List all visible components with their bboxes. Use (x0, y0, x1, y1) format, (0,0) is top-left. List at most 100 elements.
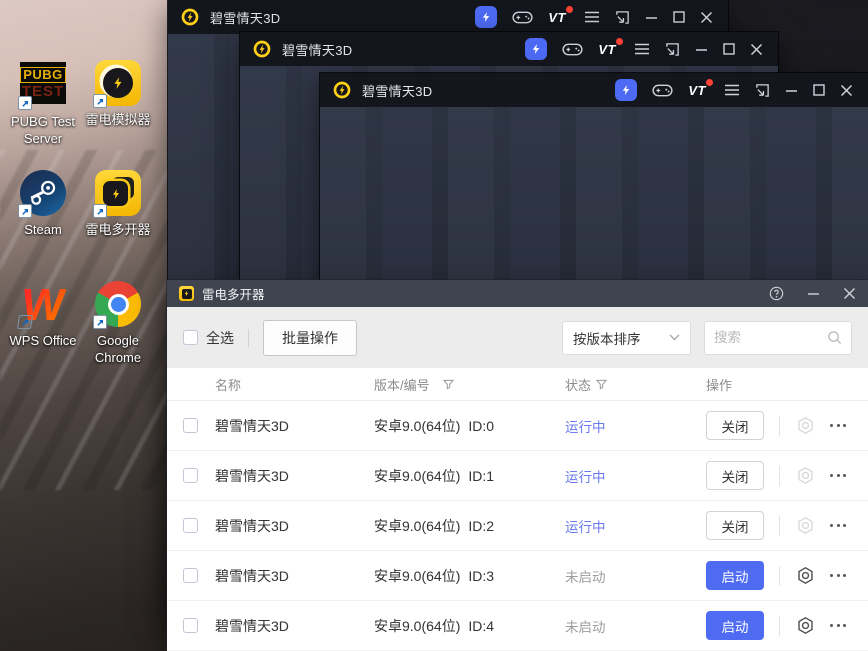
desktop-icon-google-chrome[interactable]: Google Chrome (79, 281, 157, 367)
table-row: 碧雪情天3D 安卓9.0(64位) ID:2 运行中 关闭 (167, 501, 868, 551)
vt-badge[interactable]: VT (548, 5, 573, 25)
filter-icon[interactable] (596, 379, 608, 390)
vt-badge[interactable]: VT (598, 37, 623, 57)
settings-gear-icon[interactable] (795, 415, 816, 436)
minimize-icon[interactable] (785, 84, 798, 97)
desktop-icon-label: Google Chrome (94, 333, 142, 365)
more-options-icon[interactable] (830, 524, 846, 527)
shortcut-arrow-icon (17, 315, 33, 329)
maximize-icon[interactable] (813, 84, 825, 96)
more-options-icon[interactable] (830, 474, 846, 477)
desktop-icon-ld-multiplayer[interactable]: 雷电多开器 (79, 170, 157, 239)
shortcut-arrow-icon (18, 96, 32, 110)
more-options-icon[interactable] (830, 424, 846, 427)
settings-gear-icon[interactable] (795, 465, 816, 486)
gamepad-icon[interactable] (652, 83, 673, 98)
instance-version: 安卓9.0(64位) (374, 467, 461, 484)
table-header-row: 名称 版本/编号 状态 操作 (167, 368, 868, 401)
filter-icon[interactable] (442, 379, 454, 390)
boost-icon[interactable] (475, 6, 498, 28)
settings-gear-icon[interactable] (795, 615, 816, 636)
boost-icon[interactable] (525, 38, 548, 60)
row-checkbox[interactable] (183, 418, 198, 433)
instance-table: 名称 版本/编号 状态 操作 碧雪情天3D 安卓9.0(64位) ID:0 运行… (167, 368, 868, 651)
manager-titlebar[interactable]: 雷电多开器 (167, 280, 868, 307)
row-checkbox[interactable] (183, 518, 198, 533)
window-title: 碧雪情天3D (282, 42, 353, 58)
more-options-icon[interactable] (830, 574, 846, 577)
desktop-icon-label: WPS Office (9, 333, 77, 348)
shrink-window-icon[interactable] (615, 10, 630, 25)
action-divider (779, 615, 780, 636)
status-text: 运行中 (565, 469, 606, 485)
vt-badge[interactable]: VT (688, 78, 713, 98)
action-button[interactable]: 关闭 (706, 511, 764, 540)
search-icon (827, 330, 842, 345)
row-checkbox[interactable] (183, 568, 198, 583)
close-icon[interactable] (750, 43, 763, 56)
pubg-icon-text: PUBG (20, 66, 66, 84)
minimize-icon[interactable] (645, 11, 658, 24)
maximize-icon[interactable] (723, 43, 735, 55)
action-button[interactable]: 启动 (706, 611, 764, 640)
status-text: 未启动 (565, 619, 606, 635)
shortcut-arrow-icon (93, 204, 107, 218)
help-icon[interactable] (769, 286, 784, 301)
emulator-titlebar[interactable]: 碧雪情天3D VT (168, 0, 728, 34)
shrink-window-icon[interactable] (665, 42, 680, 57)
desktop-icon-steam[interactable]: Steam (4, 170, 82, 239)
ldplayer-logo-icon (180, 7, 200, 27)
minimize-icon[interactable] (695, 43, 708, 56)
row-checkbox[interactable] (183, 618, 198, 633)
instance-id: ID:2 (468, 517, 495, 534)
desktop-icon-wps-office[interactable]: W WPS Office (4, 279, 82, 350)
action-divider (779, 415, 780, 436)
more-options-icon[interactable] (830, 624, 846, 627)
toolbar-divider (248, 328, 249, 347)
settings-gear-icon[interactable] (795, 565, 816, 586)
shrink-window-icon[interactable] (755, 83, 770, 98)
close-icon[interactable] (700, 11, 713, 24)
instance-name: 碧雪情天3D (215, 517, 289, 534)
emulator-titlebar[interactable]: 碧雪情天3D VT (320, 73, 868, 107)
search-box (704, 320, 852, 355)
batch-operations-button[interactable]: 批量操作 (263, 319, 357, 356)
ldplayer-logo-icon (332, 80, 352, 100)
desktop-icon-label: Steam (24, 222, 62, 237)
instance-version: 安卓9.0(64位) (374, 517, 461, 534)
settings-gear-icon[interactable] (795, 515, 816, 536)
action-button[interactable]: 关闭 (706, 411, 764, 440)
action-button[interactable]: 关闭 (706, 461, 764, 490)
chevron-down-icon (669, 334, 680, 341)
close-icon[interactable] (840, 84, 853, 97)
select-all-checkbox[interactable] (183, 330, 198, 345)
desktop-icon-ldplayer[interactable]: 雷电模拟器 (79, 60, 157, 129)
manager-window-title: 雷电多开器 (202, 288, 265, 302)
instance-id: ID:3 (468, 567, 495, 584)
minimize-icon[interactable] (807, 287, 820, 300)
close-icon[interactable] (843, 287, 856, 300)
desktop-icon-pubg-test-server[interactable]: PUBG TEST PUBG Test Server (4, 60, 82, 148)
status-text: 未启动 (565, 569, 606, 585)
multi-instance-manager-window: 雷电多开器 全选 批量操作 按版本排序 搜索 名称 版本/编号 状态 操作 碧雪… (167, 280, 868, 651)
gamepad-icon[interactable] (562, 42, 583, 57)
gamepad-icon[interactable] (512, 10, 533, 25)
action-button[interactable]: 启动 (706, 561, 764, 590)
instance-name: 碧雪情天3D (215, 467, 289, 484)
emulator-titlebar[interactable]: 碧雪情天3D VT (240, 32, 778, 66)
instance-id: ID:0 (468, 417, 495, 434)
boost-icon[interactable] (615, 79, 638, 101)
action-divider (779, 515, 780, 536)
menu-icon[interactable] (724, 84, 740, 96)
instance-version: 安卓9.0(64位) (374, 567, 461, 584)
maximize-icon[interactable] (673, 11, 685, 23)
menu-icon[interactable] (584, 11, 600, 23)
table-row: 碧雪情天3D 安卓9.0(64位) ID:0 运行中 关闭 (167, 401, 868, 451)
window-title: 碧雪情天3D (362, 83, 433, 99)
menu-icon[interactable] (634, 43, 650, 55)
row-checkbox[interactable] (183, 468, 198, 483)
search-input[interactable] (714, 330, 827, 345)
header-status: 状态 (563, 375, 703, 394)
sort-dropdown[interactable]: 按版本排序 (562, 320, 691, 355)
chrome-icon (93, 281, 141, 329)
